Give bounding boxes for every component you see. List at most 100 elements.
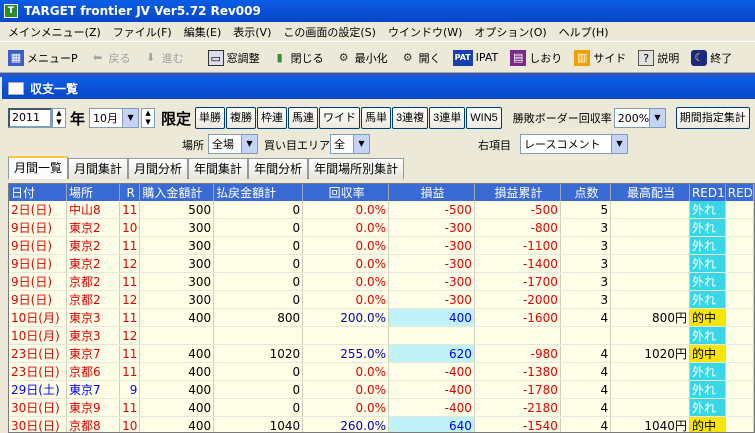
table-row[interactable]: 29日(土) 東京7 9 400 0 0.0% -400 -1780 4 外れ: [9, 380, 754, 399]
menu-view[interactable]: 表示(V): [227, 24, 277, 40]
close-button[interactable]: ▮ 閉じる: [266, 45, 330, 71]
menu-edit[interactable]: 編集(E): [178, 24, 228, 40]
table-row[interactable]: 9日(日) 京都2 12 300 0 0.0% -300 -2000 3 外れ: [9, 290, 754, 309]
border-select[interactable]: 200% ▼: [613, 108, 666, 128]
bet-type-win5[interactable]: WIN5: [466, 107, 502, 129]
col-profit[interactable]: 損益: [388, 184, 475, 201]
cell-red: [725, 308, 754, 327]
cell-place: 京都8: [66, 416, 121, 432]
window-adjust-button[interactable]: ▭ 窓調整: [202, 45, 266, 71]
cell-date: 30日(日): [9, 398, 67, 417]
col-return-rate[interactable]: 回収率: [302, 184, 390, 201]
ipat-button[interactable]: PAT IPAT: [447, 45, 505, 71]
income-table-container[interactable]: 日付 場所 R 購入金額計 払戻金額計 回収率 損益 損益累計 点数 最高配当 …: [8, 183, 755, 433]
col-profit-cumulative[interactable]: 損益累計: [474, 184, 561, 201]
cell-red1: 的中: [689, 416, 726, 432]
col-purchase[interactable]: 購入金額計: [139, 184, 215, 201]
tab-yearly-total[interactable]: 年間集計: [188, 158, 249, 179]
spin-up-icon[interactable]: ▲: [142, 109, 154, 118]
col-red1[interactable]: RED1: [689, 184, 726, 201]
period-total-button[interactable]: 期間指定集計: [675, 107, 750, 129]
col-date[interactable]: 日付: [9, 184, 67, 201]
col-payout[interactable]: 払戻金額計: [213, 184, 304, 201]
cell-date: 23日(日): [9, 344, 67, 363]
tab-monthly-analysis[interactable]: 月間分析: [128, 158, 189, 179]
bet-type-wide[interactable]: ワイド: [319, 107, 361, 129]
month-select[interactable]: 10月 ▼: [89, 108, 140, 128]
menu-option[interactable]: オプション(O): [468, 24, 552, 40]
table-row[interactable]: 9日(日) 東京2 12 300 0 0.0% -300 -1400 3 外れ: [9, 254, 754, 273]
tab-yearly-by-place[interactable]: 年間場所別集計: [308, 158, 405, 179]
table-row[interactable]: 23日(日) 東京7 11 400 1020 255.0% 620 -980 4 1020円 的中: [9, 344, 754, 363]
chevron-down-icon[interactable]: ▼: [122, 109, 139, 127]
table-row[interactable]: 9日(日) 京都2 11 300 0 0.0% -300 -1700 3 外れ: [9, 272, 754, 291]
col-place[interactable]: 場所: [66, 184, 121, 201]
table-row[interactable]: 9日(日) 東京2 10 300 0 0.0% -300 -800 3 外れ: [9, 218, 754, 237]
bet-type-umaren[interactable]: 馬連: [288, 107, 319, 129]
menu-main[interactable]: メインメニュー(Z): [2, 24, 107, 40]
year-spinner[interactable]: ▲ ▼: [52, 108, 66, 128]
cell-red: [725, 201, 754, 219]
col-points[interactable]: 点数: [560, 184, 612, 201]
menu-screen-settings[interactable]: この画面の設定(S): [277, 24, 382, 40]
menu-file[interactable]: ファイル(F): [107, 24, 178, 40]
bookmark-button[interactable]: ▤ しおり: [504, 45, 568, 71]
year-input[interactable]: 2011: [8, 108, 52, 128]
tab-monthly-list[interactable]: 月間一覧: [8, 156, 69, 179]
spin-down-icon[interactable]: ▼: [53, 118, 65, 127]
minimize-icon: ⚙: [338, 50, 349, 64]
col-max-payout[interactable]: 最高配当: [610, 184, 690, 201]
table-row[interactable]: 30日(日) 京都8 10 400 1040 260.0% 640 -1540 4 1040円 的中: [9, 416, 754, 432]
cell-purchase: 400: [139, 416, 215, 432]
col-race[interactable]: R: [119, 184, 141, 201]
forward-button[interactable]: ⬇ 進む: [137, 45, 190, 71]
table-row[interactable]: 10日(月) 東京3 11 400 800 200.0% 400 -1600 4 800円 的中: [9, 308, 754, 327]
cell-purchase: 300: [139, 254, 215, 273]
bet-type-umatan[interactable]: 馬単: [361, 107, 392, 129]
bet-type-sanrentan[interactable]: 3連単: [429, 107, 466, 129]
cell-return-rate: 0.0%: [302, 398, 390, 417]
table-row[interactable]: 30日(日) 東京9 11 400 0 0.0% -400 -2180 4 外れ: [9, 398, 754, 417]
table-row[interactable]: 2日(日) 中山8 11 500 0 0.0% -500 -500 5 外れ: [9, 201, 754, 219]
cell-red1: 的中: [689, 308, 726, 327]
tab-monthly-total[interactable]: 月間集計: [68, 158, 129, 179]
spin-down-icon[interactable]: ▼: [142, 118, 154, 127]
month-spinner[interactable]: ▲ ▼: [141, 108, 156, 128]
table-row[interactable]: 10日(月) 東京3 12 外れ: [9, 326, 754, 345]
open-button[interactable]: ⚙ 開く: [394, 45, 447, 71]
table-row[interactable]: 23日(日) 京都6 11 400 0 0.0% -400 -1380 4 外れ: [9, 362, 754, 381]
menu-window[interactable]: ウインドウ(W): [382, 24, 468, 40]
side-button[interactable]: ▥ サイド: [568, 45, 632, 71]
cell-red: [725, 380, 754, 399]
right-item-select[interactable]: レースコメント ▼: [520, 134, 628, 154]
chevron-down-icon[interactable]: ▼: [241, 135, 257, 153]
cell-red1: 外れ: [689, 236, 726, 255]
chevron-down-icon[interactable]: ▼: [611, 135, 627, 153]
back-button[interactable]: ⬅ 戻る: [84, 45, 137, 71]
limit-label: 限定: [161, 109, 192, 128]
area-select[interactable]: 全 ▼: [330, 134, 370, 154]
chevron-down-icon[interactable]: ▼: [353, 135, 369, 153]
spin-up-icon[interactable]: ▲: [53, 109, 65, 118]
cell-return-rate: 0.0%: [302, 201, 390, 219]
cell-place: 東京2: [66, 254, 121, 273]
bet-type-fukusho[interactable]: 複勝: [226, 107, 257, 129]
mainmenu-button[interactable]: ▦ メニューP: [2, 45, 84, 71]
bet-type-tansho[interactable]: 単勝: [195, 107, 226, 129]
exit-button[interactable]: ☾ 終了: [685, 45, 738, 71]
tab-yearly-analysis[interactable]: 年間分析: [248, 158, 309, 179]
col-red[interactable]: RED: [725, 184, 754, 201]
cell-profit-cumulative: -2180: [474, 398, 561, 417]
minimize-button[interactable]: ⚙ 最小化: [330, 45, 394, 71]
bet-type-sanrenpuku[interactable]: 3連複: [392, 107, 429, 129]
chevron-down-icon[interactable]: ▼: [649, 109, 665, 127]
cell-date: 29日(土): [9, 380, 67, 399]
cell-date: 9日(日): [9, 272, 67, 291]
table-row[interactable]: 9日(日) 東京2 11 300 0 0.0% -300 -1100 3 外れ: [9, 236, 754, 255]
bet-type-wakuren[interactable]: 枠連: [257, 107, 288, 129]
place-select[interactable]: 全場 ▼: [208, 134, 258, 154]
menu-help[interactable]: ヘルプ(H): [553, 24, 615, 40]
cell-points: 4: [560, 344, 612, 363]
explain-button[interactable]: ? 説明: [632, 45, 685, 71]
cell-points: 3: [560, 272, 612, 291]
